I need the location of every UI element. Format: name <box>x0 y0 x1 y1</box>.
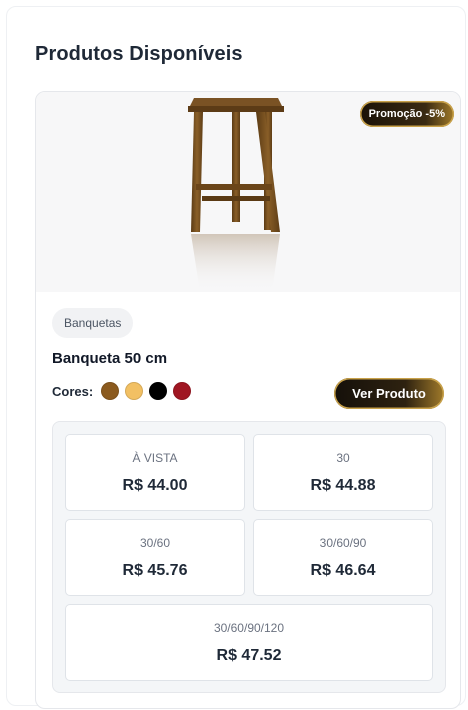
price-options-panel: À VISTA R$ 44.00 30 R$ 44.88 30/60 R$ 45… <box>52 421 446 693</box>
stool-image <box>188 98 284 292</box>
price-option-label: 30/60/90/120 <box>213 621 285 635</box>
colors-label: Cores: <box>52 383 94 399</box>
product-name: Banqueta 50 cm <box>52 350 168 367</box>
color-swatch-brown[interactable] <box>101 382 120 400</box>
price-option: 30/60/90 R$ 46.64 <box>253 519 433 596</box>
view-product-button[interactable]: Ver Produto <box>334 378 444 409</box>
product-image[interactable]: Promoção -5% <box>36 92 460 292</box>
products-container: Produtos Disponíveis Promoção -5% Banque… <box>6 6 466 709</box>
promo-badge: Promoção -5% <box>359 101 454 127</box>
product-card[interactable]: Promoção -5% Banquetas Banqueta 50 cm Co… <box>35 91 461 709</box>
price-option-label: 30 <box>336 451 350 465</box>
color-swatch-red[interactable] <box>173 382 192 400</box>
price-option: 30/60/90/120 R$ 47.52 <box>65 604 433 681</box>
price-option-label: 30/60 <box>139 536 171 550</box>
price-option-label: À VISTA <box>132 451 178 465</box>
price-option-value: R$ 46.64 <box>310 562 376 579</box>
category-chip[interactable]: Banquetas <box>52 308 134 338</box>
colors-row: Cores: <box>52 381 197 401</box>
price-option-value: R$ 47.52 <box>216 647 282 664</box>
color-swatch-black[interactable] <box>149 382 168 400</box>
page-title: Produtos Disponíveis <box>35 43 243 65</box>
price-option: À VISTA R$ 44.00 <box>65 434 245 511</box>
price-option: 30 R$ 44.88 <box>253 434 433 511</box>
price-option-value: R$ 44.88 <box>310 477 376 494</box>
price-option-value: R$ 45.76 <box>122 562 188 579</box>
price-option-label: 30/60/90 <box>319 536 367 550</box>
price-option-value: R$ 44.00 <box>122 477 188 494</box>
color-swatch-mustard[interactable] <box>125 382 144 400</box>
price-option: 30/60 R$ 45.76 <box>65 519 245 596</box>
